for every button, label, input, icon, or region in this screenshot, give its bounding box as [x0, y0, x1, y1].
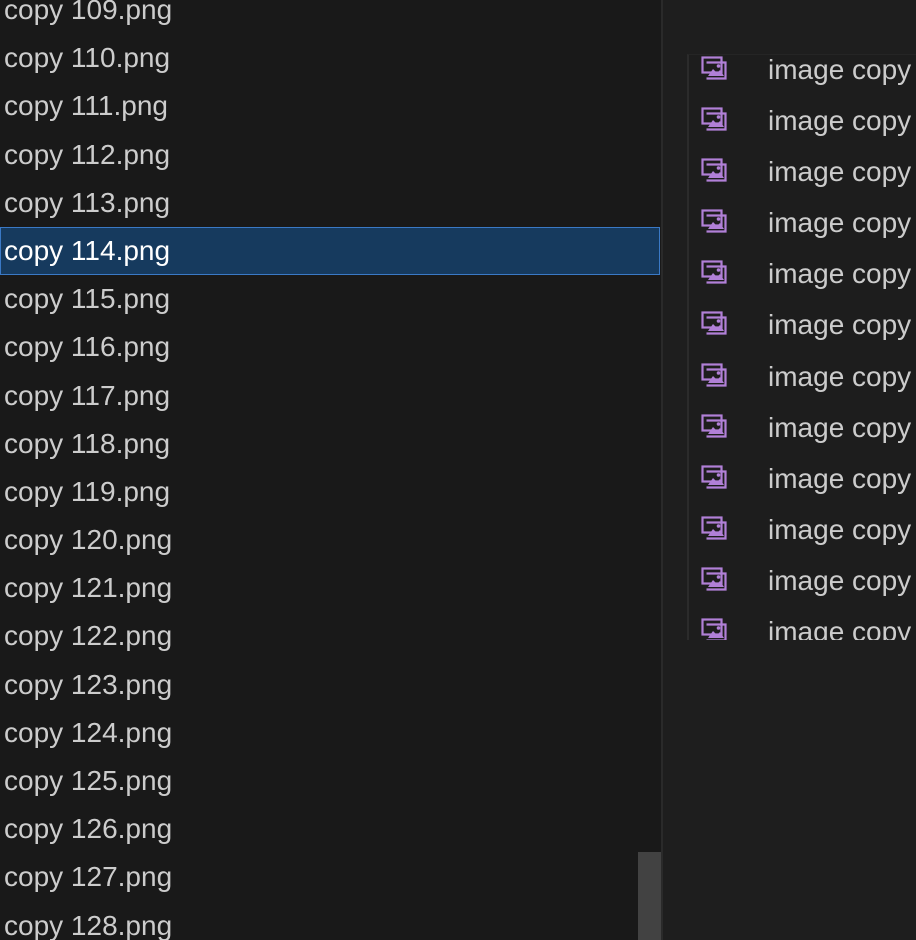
file-row[interactable]: copy 111.png: [0, 82, 661, 130]
file-name-label: copy 113.png: [4, 186, 171, 218]
drag-preview-item: image copy: [689, 95, 911, 146]
drag-preview-label: image copy: [768, 411, 912, 443]
image-file-icon: [701, 260, 727, 284]
file-name-label: copy 121.png: [4, 572, 173, 604]
file-name-label: copy 123.png: [4, 668, 173, 700]
image-file-icon: [701, 465, 727, 489]
drag-preview-label: image copy: [768, 462, 912, 494]
drag-preview-list: image copy image copy image copy image copy…: [687, 54, 916, 640]
file-row[interactable]: copy 115.png: [0, 275, 661, 323]
file-list-panel: copy 109.png copy 110.png copy 111.png copy…: [0, 0, 661, 940]
drag-preview-item: image copy: [689, 555, 911, 606]
file-explorer-window: copy 109.png copy 110.png copy 111.png copy…: [0, 0, 916, 940]
drag-preview-label: image copy: [768, 54, 912, 85]
drag-preview-item: image copy: [689, 351, 911, 402]
file-row[interactable]: copy 123.png: [0, 661, 661, 709]
image-file-icon: [701, 311, 727, 336]
drag-preview-item: image copy: [689, 606, 911, 640]
file-row[interactable]: copy 127.png: [0, 853, 661, 901]
file-name-label: copy 125.png: [4, 765, 173, 796]
image-file-icon: [701, 107, 727, 131]
drag-preview-label: image copy: [768, 360, 912, 392]
file-row[interactable]: copy 117.png: [0, 372, 661, 420]
file-name-label: copy 126.png: [4, 813, 173, 845]
drag-preview-label: image copy: [768, 564, 912, 596]
file-name-label: copy 111.png: [4, 90, 168, 122]
file-row[interactable]: copy 109.png: [0, 0, 661, 34]
file-list: copy 109.png copy 110.png copy 111.png copy…: [0, 0, 661, 940]
editor-area: image copy image copy image copy image copy…: [663, 0, 916, 940]
image-file-icon: [701, 362, 727, 387]
file-row[interactable]: copy 113.png: [0, 179, 661, 227]
file-name-label: copy 109.png: [4, 0, 173, 25]
file-row[interactable]: copy 122.png: [0, 612, 661, 660]
file-name-label: copy 127.png: [4, 861, 173, 893]
file-row[interactable]: copy 118.png: [0, 420, 661, 468]
file-name-label: copy 122.png: [4, 620, 173, 652]
drag-preview-label: image copy: [768, 105, 912, 137]
file-row[interactable]: copy 125.png: [0, 757, 661, 805]
file-row[interactable]: copy 120.png: [0, 516, 661, 564]
file-name-label: copy 128.png: [4, 909, 173, 940]
drag-preview-item: image copy: [689, 55, 911, 95]
file-name-label: copy 110.png: [4, 42, 171, 74]
file-row[interactable]: copy 121.png: [0, 564, 661, 612]
file-row[interactable]: copy 112.png: [0, 131, 661, 179]
drag-preview-item: image copy: [689, 504, 911, 555]
file-name-label: copy 115.png: [4, 283, 171, 315]
drag-preview-item: image copy: [689, 146, 911, 197]
file-name-label: copy 114.png: [4, 234, 171, 266]
scrollbar-thumb[interactable]: [638, 852, 661, 940]
file-row[interactable]: copy 126.png: [0, 805, 661, 853]
file-row-selected[interactable]: copy 114.png: [0, 226, 660, 276]
drag-preview-label: image copy: [768, 258, 912, 290]
drag-preview-item: image copy: [689, 453, 911, 504]
file-name-label: copy 120.png: [4, 524, 173, 556]
image-file-icon: [701, 56, 727, 80]
image-file-icon: [701, 516, 727, 540]
drag-preview-label: image copy: [768, 513, 912, 545]
file-name-label: copy 124.png: [4, 716, 173, 748]
file-name-label: copy 112.png: [4, 138, 171, 170]
image-file-icon: [701, 618, 727, 640]
drag-preview-items: image copy image copy image copy image copy…: [689, 55, 911, 640]
image-file-icon: [701, 567, 727, 591]
file-row[interactable]: copy 124.png: [0, 709, 661, 757]
file-row[interactable]: copy 116.png: [0, 323, 661, 371]
drag-preview-label: image copy: [768, 207, 912, 239]
drag-preview-item: image copy: [689, 299, 911, 350]
drag-preview-label: image copy: [768, 616, 912, 640]
image-file-icon: [701, 158, 727, 182]
drag-preview-item: image copy: [689, 197, 911, 248]
file-name-label: copy 117.png: [4, 379, 171, 411]
file-name-label: copy 116.png: [4, 331, 171, 363]
drag-preview-label: image copy: [768, 156, 912, 188]
drag-preview-item: image copy: [689, 402, 911, 453]
drag-preview-item: image copy: [689, 248, 911, 299]
scrollbar-track[interactable]: [638, 0, 661, 940]
image-file-icon: [701, 209, 727, 233]
file-row[interactable]: copy 119.png: [0, 468, 661, 516]
file-row[interactable]: copy 110.png: [0, 34, 661, 82]
file-name-label: copy 119.png: [4, 475, 171, 507]
image-file-icon: [701, 414, 727, 438]
file-row[interactable]: copy 128.png: [0, 902, 661, 940]
drag-preview-label: image copy: [768, 309, 912, 341]
file-name-label: copy 118.png: [4, 427, 171, 459]
